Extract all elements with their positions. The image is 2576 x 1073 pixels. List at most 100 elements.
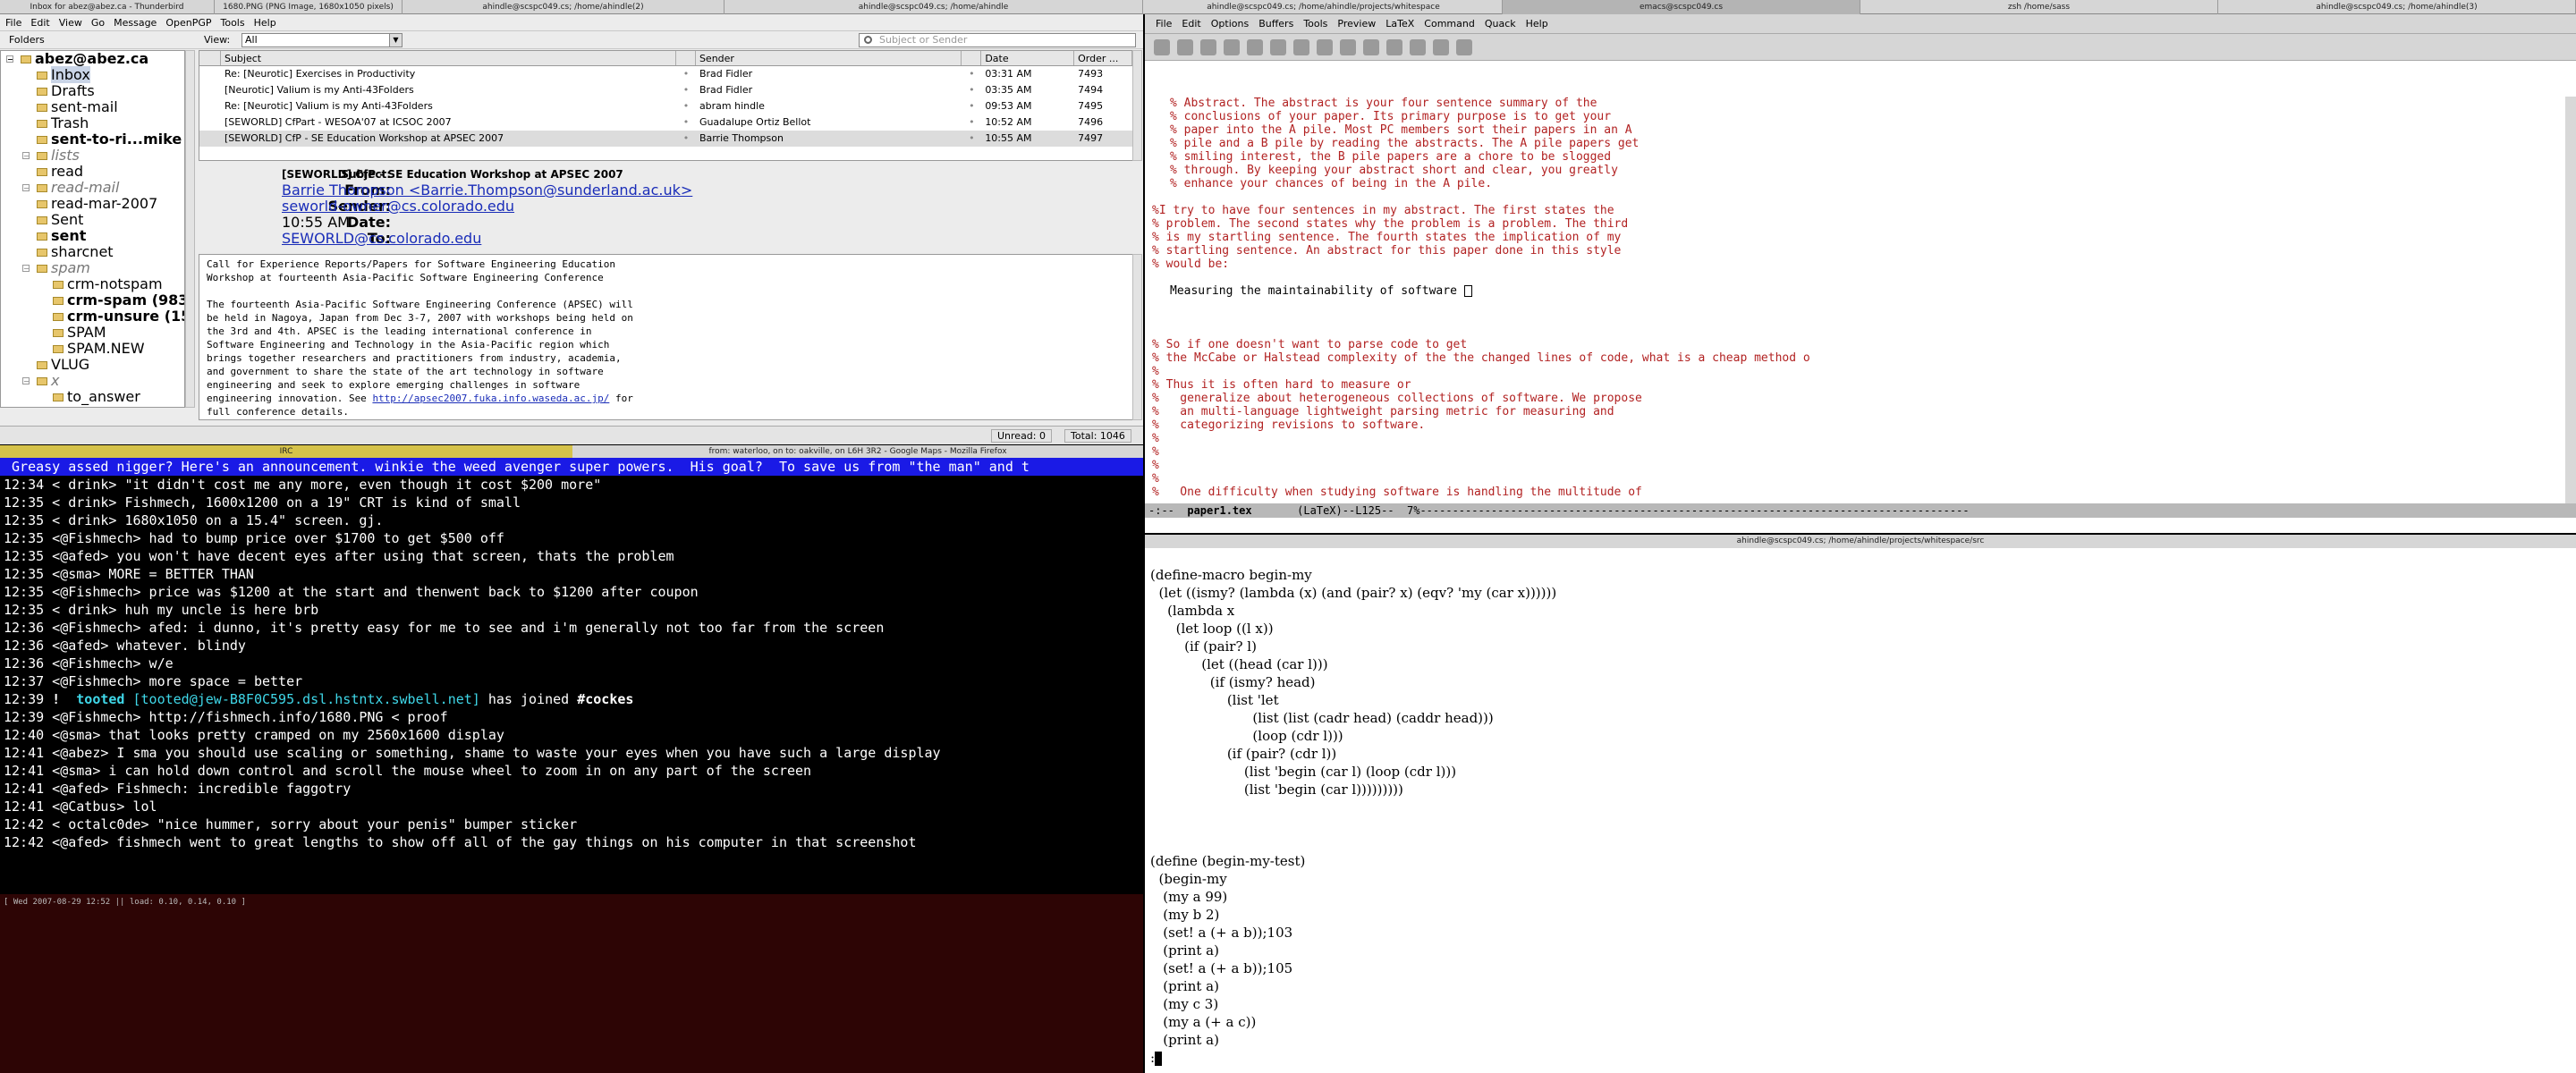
to-link[interactable]: SEWORLD@cs.colorado.edu xyxy=(282,231,481,247)
emacs-menu-help[interactable]: Help xyxy=(1526,18,1558,30)
read-column-header[interactable] xyxy=(676,51,696,65)
folder-item[interactable]: sent-mail xyxy=(1,99,184,115)
folder-item[interactable]: todo xyxy=(1,405,184,408)
folder-item[interactable]: VLUG xyxy=(1,357,184,373)
menu-go[interactable]: Go xyxy=(89,17,112,29)
scheme-prompt[interactable]: : xyxy=(1150,1049,2576,1067)
emacs-buffer[interactable]: % Abstract. The abstract is your four se… xyxy=(1145,97,2565,503)
open-file-icon[interactable] xyxy=(1177,38,1193,55)
emacs-menu-edit[interactable]: Edit xyxy=(1182,18,1210,30)
menu-edit[interactable]: Edit xyxy=(29,17,56,29)
cut-icon[interactable] xyxy=(1293,38,1309,55)
scheme-line: (my c 3) xyxy=(1150,996,1219,1012)
preferences-icon[interactable] xyxy=(1410,38,1426,55)
save-as-icon[interactable] xyxy=(1247,38,1263,55)
window-tab[interactable]: emacs@scspc049.cs xyxy=(1503,0,1860,14)
folder-item[interactable]: crm-notspam xyxy=(1,276,184,292)
expand-toggle-icon[interactable]: − xyxy=(22,377,30,385)
message-row[interactable]: [SEWORLD] CfPart - WESOA'07 at ICSOC 200… xyxy=(199,114,1132,131)
menu-view[interactable]: View xyxy=(57,17,89,29)
body-line: engineering and seek to explore emerging… xyxy=(207,379,1125,393)
window-tab[interactable]: ahindle@scspc049.cs; /home/ahindle xyxy=(724,0,1143,14)
folder-item[interactable]: SPAM xyxy=(1,325,184,341)
emacs-menu-command[interactable]: Command xyxy=(1424,18,1485,30)
message-row[interactable]: Re: [Neurotic] Valium is my Anti-43Folde… xyxy=(199,98,1132,114)
folder-item[interactable]: − spam xyxy=(1,260,184,276)
folder-item[interactable]: Trash xyxy=(1,115,184,131)
folder-item[interactable]: read-mar-2007 xyxy=(1,196,184,212)
info-icon[interactable] xyxy=(1456,38,1472,55)
window-tab[interactable]: zsh /home/sass xyxy=(1860,0,2218,14)
expand-toggle-icon[interactable]: − xyxy=(22,265,30,273)
body-line: full conference details. xyxy=(207,406,1125,419)
folder-item[interactable]: − read-mail xyxy=(1,180,184,196)
order-column-header[interactable]: Order ... xyxy=(1074,51,1132,65)
message-list-scrollbar[interactable] xyxy=(1132,50,1142,161)
emacs-menu-buffers[interactable]: Buffers xyxy=(1258,18,1303,30)
sender-column-header[interactable]: Sender xyxy=(696,51,962,65)
folder-icon xyxy=(37,88,47,96)
menu-help[interactable]: Help xyxy=(252,17,284,29)
new-file-icon[interactable] xyxy=(1154,38,1170,55)
view-select[interactable]: All ▼ xyxy=(242,33,402,47)
folder-scrollbar[interactable] xyxy=(185,50,195,408)
paste-icon[interactable] xyxy=(1340,38,1356,55)
save-icon[interactable] xyxy=(1224,38,1240,55)
from-link[interactable]: Barrie Thompson <Barrie.Thompson@sunderl… xyxy=(282,182,692,199)
print-icon[interactable] xyxy=(1386,38,1402,55)
folder-item[interactable]: − x xyxy=(1,373,184,389)
terminal-cursor xyxy=(1155,1052,1163,1066)
message-row[interactable]: [SEWORLD] CfP - SE Education Workshop at… xyxy=(199,131,1132,147)
close-icon[interactable] xyxy=(1200,38,1216,55)
folder-item[interactable]: Inbox xyxy=(1,66,184,83)
expand-toggle-icon[interactable]: − xyxy=(6,55,13,63)
thread-column-header[interactable] xyxy=(199,51,221,65)
window-tab[interactable]: Inbox for abez@abez.ca - Thunderbird xyxy=(0,0,215,14)
subject-column-header[interactable]: Subject xyxy=(221,51,676,65)
menu-file[interactable]: File xyxy=(4,17,29,29)
emacs-minibuffer[interactable] xyxy=(1145,518,2576,533)
search-input[interactable]: Subject or Sender xyxy=(859,33,1136,47)
date-column-header[interactable]: Date xyxy=(981,51,1075,65)
message-row[interactable]: [Neurotic] Valium is my Anti-43Folders • B… xyxy=(199,82,1132,98)
emacs-line: % generalize about heterogeneous collect… xyxy=(1152,392,1642,405)
help-icon[interactable] xyxy=(1433,38,1449,55)
message-body-scrollbar[interactable] xyxy=(1132,254,1142,420)
window-tab[interactable]: 1680.PNG (PNG Image, 1680x1050 pixels) xyxy=(215,0,402,14)
folder-item[interactable]: sent-to-ri...mike (54) xyxy=(1,131,184,148)
menu-tools[interactable]: Tools xyxy=(219,17,252,29)
undo-icon[interactable] xyxy=(1270,38,1286,55)
emacs-menu-tools[interactable]: Tools xyxy=(1303,18,1337,30)
emacs-menu-quack[interactable]: Quack xyxy=(1485,18,1526,30)
scheme-terminal[interactable]: (define-macro begin-my (let ((ismy? (lam… xyxy=(1145,548,2576,1073)
folder-item[interactable]: Sent xyxy=(1,212,184,228)
folder-item[interactable]: SPAM.NEW xyxy=(1,341,184,357)
folder-item[interactable]: sharcnet xyxy=(1,244,184,260)
folder-item[interactable]: − abez@abez.ca xyxy=(1,51,184,67)
folder-item[interactable]: − lists xyxy=(1,148,184,164)
emacs-menu-latex[interactable]: LaTeX xyxy=(1385,18,1424,30)
folder-item[interactable]: crm-spam (9836) xyxy=(1,292,184,308)
menu-openpgp[interactable]: OpenPGP xyxy=(164,17,218,29)
expand-toggle-icon[interactable]: − xyxy=(22,184,30,192)
emacs-scrollbar[interactable] xyxy=(2565,97,2576,503)
folder-item[interactable]: Drafts xyxy=(1,83,184,99)
window-tab[interactable]: ahindle@scspc049.cs; /home/ahindle(2) xyxy=(402,0,724,14)
emacs-menu-preview[interactable]: Preview xyxy=(1337,18,1385,30)
menu-message[interactable]: Message xyxy=(112,17,164,29)
folder-item[interactable]: sent xyxy=(1,228,184,244)
expand-toggle-icon[interactable]: − xyxy=(22,152,30,160)
folder-item[interactable]: to_answer xyxy=(1,389,184,405)
message-row[interactable]: Re: [Neurotic] Exercises in Productivity… xyxy=(199,66,1132,82)
emacs-menu-options[interactable]: Options xyxy=(1211,18,1258,30)
folder-item[interactable]: crm-unsure (1571) xyxy=(1,308,184,325)
apsec-link[interactable]: http://apsec2007.fuka.info.waseda.ac.jp/ xyxy=(372,393,609,404)
folder-item[interactable]: read xyxy=(1,164,184,180)
junk-column-header[interactable] xyxy=(962,51,982,65)
window-tab[interactable]: ahindle@scspc049.cs; /home/ahindle/proje… xyxy=(1145,0,1503,14)
copy-icon[interactable] xyxy=(1317,38,1333,55)
search-icon[interactable] xyxy=(1363,38,1379,55)
window-tab[interactable]: ahindle@scspc049.cs; /home/ahindle(3) xyxy=(2218,0,2576,14)
sender-link[interactable]: seworld-owner@cs.colorado.edu xyxy=(282,199,514,215)
emacs-menu-file[interactable]: File xyxy=(1156,18,1182,30)
